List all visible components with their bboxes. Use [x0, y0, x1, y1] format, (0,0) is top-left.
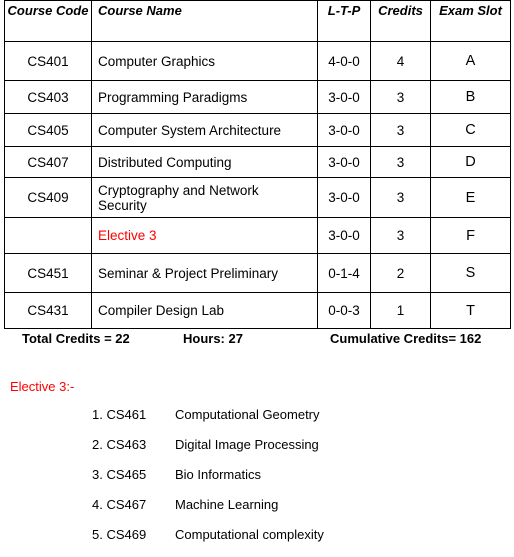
- course-credits: 1: [370, 292, 431, 329]
- table-row: CS409 Cryptography and Network Security …: [4, 177, 511, 218]
- total-hours: Hours: 27: [183, 331, 243, 346]
- course-name: Cryptography and Network Security: [91, 177, 318, 218]
- elective-code: 2. CS463: [92, 437, 147, 452]
- elective-name: Digital Image Processing: [175, 437, 319, 452]
- course-ltp: 4-0-0: [317, 41, 371, 81]
- course-exam-slot: F: [430, 217, 511, 254]
- elective-name: Bio Informatics: [175, 467, 261, 482]
- total-credits: Total Credits = 22: [22, 331, 130, 346]
- header-course-code: Course Code: [4, 0, 92, 42]
- elective-list: 1. CS461 Computational Geometry 2. CS463…: [92, 407, 324, 557]
- table-header-row: Course Code Course Name L-T-P Credits Ex…: [4, 0, 511, 42]
- elective-code: 5. CS469: [92, 527, 147, 542]
- table-row: CS403 Programming Paradigms 3-0-0 3 B: [4, 80, 511, 114]
- elective-name: Computational Geometry: [175, 407, 320, 422]
- elective-heading: Elective 3:-: [10, 379, 75, 394]
- course-exam-slot: T: [430, 292, 511, 329]
- elective-name: Machine Learning: [175, 497, 279, 512]
- course-exam-slot: S: [430, 253, 511, 293]
- course-table: Course Code Course Name L-T-P Credits Ex…: [4, 0, 511, 329]
- course-exam-slot: D: [430, 146, 511, 178]
- table-row: CS407 Distributed Computing 3-0-0 3 D: [4, 146, 511, 178]
- course-code: CS431: [4, 292, 92, 329]
- elective-code: 4. CS467: [92, 497, 147, 512]
- cumulative-credits: Cumulative Credits= 162: [330, 331, 482, 346]
- course-name: Seminar & Project Preliminary: [91, 253, 318, 293]
- header-course-name: Course Name: [91, 0, 318, 42]
- course-exam-slot: C: [430, 113, 511, 147]
- course-code: CS451: [4, 253, 92, 293]
- course-ltp: 3-0-0: [317, 217, 371, 254]
- course-name-text: Cryptography and Network Security: [98, 182, 259, 213]
- course-code: CS405: [4, 113, 92, 147]
- course-ltp: 3-0-0: [317, 80, 371, 114]
- course-name: Distributed Computing: [91, 146, 318, 178]
- course-name: Compiler Design Lab: [91, 292, 318, 329]
- course-code: CS409: [4, 177, 92, 218]
- course-exam-slot: A: [430, 41, 511, 81]
- course-name-elective: Elective 3: [91, 217, 318, 254]
- table-row: CS405 Computer System Architecture 3-0-0…: [4, 113, 511, 147]
- header-credits: Credits: [370, 0, 431, 42]
- course-code: [4, 217, 92, 254]
- course-exam-slot: E: [430, 177, 511, 218]
- course-code: CS403: [4, 80, 92, 114]
- table-row: CS401 Computer Graphics 4-0-0 4 A: [4, 41, 511, 81]
- course-ltp: 0-1-4: [317, 253, 371, 293]
- elective-item: 1. CS461 Computational Geometry: [92, 407, 324, 437]
- course-credits: 4: [370, 41, 431, 81]
- elective-item: 2. CS463 Digital Image Processing: [92, 437, 324, 467]
- table-row: CS451 Seminar & Project Preliminary 0-1-…: [4, 253, 511, 293]
- elective-item: 3. CS465 Bio Informatics: [92, 467, 324, 497]
- table-row: CS431 Compiler Design Lab 0-0-3 1 T: [4, 292, 511, 329]
- course-name: Computer System Architecture: [91, 113, 318, 147]
- course-name: Computer Graphics: [91, 41, 318, 81]
- course-ltp: 3-0-0: [317, 113, 371, 147]
- course-credits: 3: [370, 80, 431, 114]
- course-code: CS407: [4, 146, 92, 178]
- course-name: Programming Paradigms: [91, 80, 318, 114]
- course-credits: 3: [370, 177, 431, 218]
- header-ltp: L-T-P: [317, 0, 371, 42]
- elective-code: 1. CS461: [92, 407, 147, 422]
- course-credits: 3: [370, 146, 431, 178]
- course-ltp: 3-0-0: [317, 146, 371, 178]
- course-credits: 2: [370, 253, 431, 293]
- course-code: CS401: [4, 41, 92, 81]
- table-row-elective: Elective 3 3-0-0 3 F: [4, 217, 511, 254]
- elective-name: Computational complexity: [175, 527, 324, 542]
- elective-item: 4. CS467 Machine Learning: [92, 497, 324, 527]
- course-credits: 3: [370, 217, 431, 254]
- course-credits: 3: [370, 113, 431, 147]
- course-exam-slot: B: [430, 80, 511, 114]
- course-ltp: 3-0-0: [317, 177, 371, 218]
- elective-code: 3. CS465: [92, 467, 147, 482]
- header-exam-slot: Exam Slot: [430, 0, 511, 42]
- course-ltp: 0-0-3: [317, 292, 371, 329]
- elective-item: 5. CS469 Computational complexity: [92, 527, 324, 557]
